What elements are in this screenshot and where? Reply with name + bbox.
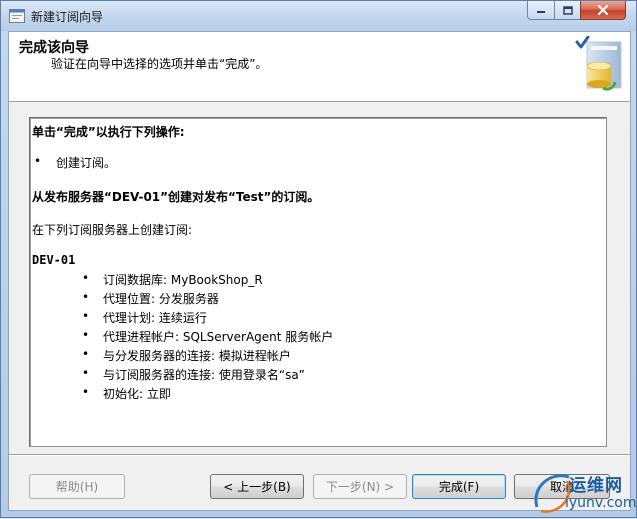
subscriber-intro: 在下列订阅服务器上创建订阅: bbox=[32, 223, 193, 237]
detail-subscription-db: 订阅数据库: MyBookShop_R bbox=[103, 273, 263, 287]
detail-subscriber-connection: 与订阅服务器的连接: 使用登录名“sa” bbox=[103, 368, 305, 382]
server-name: DEV-01 bbox=[32, 253, 76, 267]
site-watermark: 运维网 iyunv.com bbox=[529, 465, 637, 519]
back-button[interactable]: < 上一步(B) bbox=[210, 474, 304, 499]
wizard-header: 完成该向导 验证在向导中选择的选项并单击“完成”。 bbox=[9, 32, 630, 102]
bullet: • bbox=[82, 385, 90, 399]
finish-button[interactable]: 完成(F) bbox=[412, 474, 506, 499]
bullet: • bbox=[82, 328, 90, 342]
minimize-button[interactable] bbox=[527, 1, 555, 20]
footer-divider bbox=[9, 454, 630, 456]
detail-agent-account: 代理进程帐户: SQLServerAgent 服务帐户 bbox=[103, 330, 334, 344]
bullet: • bbox=[82, 271, 90, 285]
detail-agent-schedule: 代理计划: 连续运行 bbox=[103, 311, 207, 325]
page-title: 完成该向导 bbox=[19, 40, 89, 56]
summary-report[interactable]: 单击“完成”以执行下列操作: • 创建订阅。 从发布服务器“DEV-01”创建对… bbox=[29, 117, 607, 447]
bullet: • bbox=[82, 366, 90, 380]
page-subtitle: 验证在向导中选择的选项并单击“完成”。 bbox=[51, 57, 268, 71]
database-check-icon bbox=[575, 36, 622, 91]
wizard-content: 完成该向导 验证在向导中选择的选项并单击“完成”。 单击“完成”以执行下列操作:… bbox=[8, 31, 631, 511]
watermark-title: 运维网 bbox=[569, 476, 623, 496]
minimize-icon bbox=[537, 11, 545, 13]
detail-initialization: 初始化: 立即 bbox=[103, 387, 171, 401]
app-icon bbox=[9, 9, 25, 23]
close-icon bbox=[597, 5, 609, 15]
help-button[interactable]: 帮助(H) bbox=[29, 474, 125, 499]
next-button[interactable]: 下一步(N) > bbox=[313, 474, 407, 499]
bullet: • bbox=[34, 154, 42, 168]
watermark-domain: iyunv.com bbox=[565, 495, 637, 511]
bullet: • bbox=[82, 290, 90, 304]
detail-agent-location: 代理位置: 分发服务器 bbox=[103, 292, 219, 306]
action-item: 创建订阅。 bbox=[56, 156, 117, 170]
close-button[interactable] bbox=[580, 1, 626, 20]
maximize-button[interactable] bbox=[554, 1, 581, 20]
title-bar[interactable]: 新建订阅向导 bbox=[1, 1, 636, 31]
wizard-window: 新建订阅向导 完成该向导 验证在向导中选择的选项并单击“完成”。 单击“完成”以… bbox=[0, 0, 637, 518]
window-title: 新建订阅向导 bbox=[31, 10, 104, 24]
detail-distributor-connection: 与分发服务器的连接: 模拟进程帐户 bbox=[103, 349, 291, 363]
report-heading: 单击“完成”以执行下列操作: bbox=[32, 125, 185, 139]
maximize-icon bbox=[562, 5, 573, 15]
bullet: • bbox=[82, 309, 90, 323]
publication-line: 从发布服务器“DEV-01”创建对发布“Test”的订阅。 bbox=[32, 190, 320, 204]
bullet: • bbox=[82, 347, 90, 361]
